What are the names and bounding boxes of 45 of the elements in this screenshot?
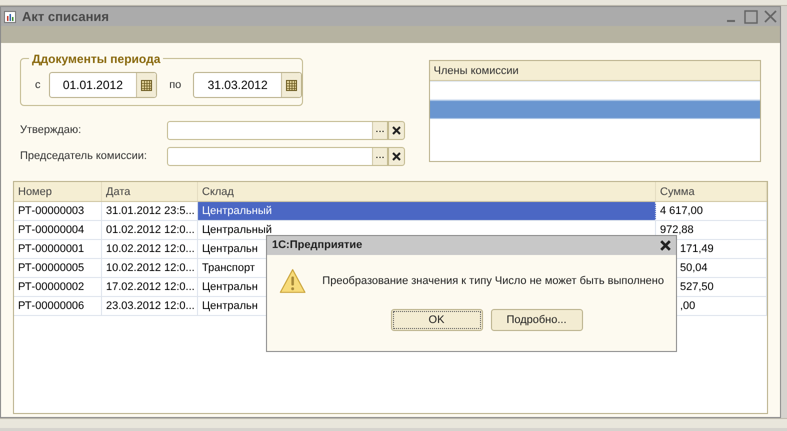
clear-icon[interactable] [392,126,401,134]
chart-icon [4,10,16,22]
field-label: Председатель комиссии: [20,148,148,164]
date-value: 01.01.2012 [62,77,124,94]
table-cell: 01.02.2012 12:0... [102,221,198,239]
window-title: Акт списания [22,8,109,26]
warning-icon [279,267,306,295]
column-header[interactable]: Дата [102,182,198,201]
clear-button[interactable] [388,120,405,140]
column-header: Члены комиссии [430,61,760,81]
table-cell: 23.03.2012 12:0... [102,297,198,315]
maximize-icon[interactable] [744,10,758,24]
table-cell: РТ-00000005 [14,259,102,277]
close-icon[interactable] [764,10,777,23]
clear-button[interactable] [388,146,405,166]
dialog-title: 1С:Предприятие [272,238,362,254]
calendar-icon[interactable] [286,80,297,90]
table-cell: Центральный [198,202,656,220]
calendar-icon[interactable] [141,80,152,90]
table-cell: РТ-00000004 [14,221,102,239]
from-label: с [35,78,40,93]
clear-icon[interactable] [392,152,401,160]
table-cell: 10.02.2012 12:0... [102,240,198,258]
table-cell: РТ-00000001 [14,240,102,258]
column-header[interactable]: Номер [14,182,102,201]
dialog-button[interactable]: OK [390,309,482,331]
table-cell: 17.02.2012 12:0... [102,278,198,296]
input-field[interactable]: ... [167,146,388,166]
choose-button[interactable]: ... [372,122,387,138]
table-cell: РТ-00000002 [14,278,102,296]
column-header[interactable]: Сумма [656,182,767,201]
choose-button[interactable]: ... [372,148,387,164]
input-field[interactable]: ... [167,120,388,140]
date-field[interactable]: 01.01.2012 [48,72,158,98]
clear-icon[interactable] [660,240,671,251]
column-header[interactable]: Склад [198,182,656,201]
table-cell: РТ-00000006 [14,297,102,315]
table-cell: 10.02.2012 12:0... [102,259,198,277]
to-label: по [169,78,182,93]
table-cell: 4 617,00 [656,202,767,220]
table-cell: РТ-00000003 [14,202,102,220]
date-field[interactable]: 31.03.2012 [193,72,302,98]
date-value: 31.03.2012 [206,77,269,94]
dialog-button[interactable]: Подробно... [490,309,582,331]
field-label: Утверждаю: [20,122,82,138]
